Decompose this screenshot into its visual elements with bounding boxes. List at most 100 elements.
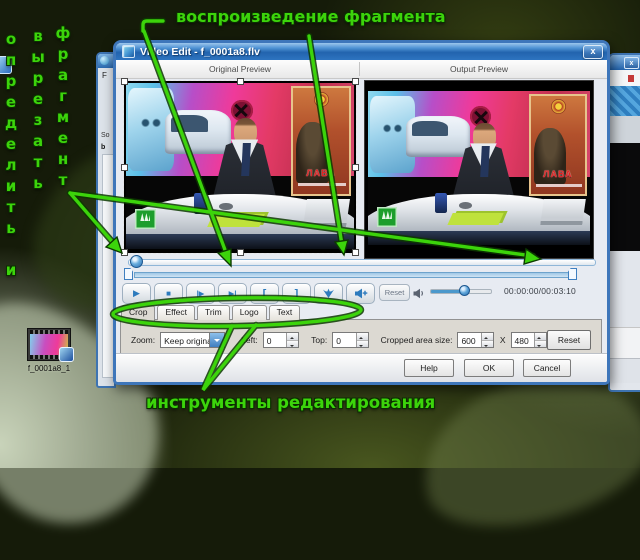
audio-button[interactable] [346, 283, 375, 304]
ntv-logo [377, 207, 397, 227]
left-spinner[interactable]: 0 [263, 332, 299, 348]
spin-down-icon[interactable] [357, 341, 368, 348]
next-frame-button[interactable]: ▶| [218, 283, 247, 304]
stop-button[interactable]: ■ [154, 283, 183, 304]
background-dialog-close-button[interactable]: x [624, 57, 639, 69]
ok-button[interactable]: OK [464, 359, 514, 377]
seek-slider-track[interactable] [128, 259, 596, 266]
spin-down-icon[interactable] [535, 341, 546, 348]
annotation-vertical-fragment: фрагмент [54, 24, 72, 192]
app-icon [122, 45, 135, 58]
close-button[interactable]: x [583, 45, 603, 59]
top-value: 0 [336, 336, 341, 346]
cropped-size-label: Cropped area size: [381, 335, 453, 345]
background-dialog-titlebar: x [610, 55, 640, 70]
snapshot-bird-button[interactable] [314, 283, 343, 304]
help-button[interactable]: Help [404, 359, 454, 377]
background-window-icon [100, 56, 109, 65]
tab-text[interactable]: Text [269, 305, 301, 320]
annotation-playback: воспроизведение фрагмента [176, 7, 446, 26]
dialog-title: Video Edit - f_0001a8.flv [140, 46, 583, 58]
crop-handle-w[interactable] [121, 164, 128, 171]
desk-mouse [219, 203, 233, 210]
filmstrip-edge [30, 330, 68, 334]
poster-text: ЛАВА [529, 169, 587, 179]
label-divider [359, 62, 360, 76]
desktop-file-icon[interactable]: f_0001a8_1 [18, 329, 80, 373]
tab-effect[interactable]: Effect [157, 305, 195, 320]
background-dialog-window[interactable]: x [608, 53, 640, 392]
spinner-arrows[interactable] [356, 333, 368, 347]
player-badge-icon [59, 347, 74, 362]
background-window-menu: F [102, 71, 107, 80]
mark-start-button[interactable]: [ [250, 283, 279, 304]
background-dialog-texture [610, 86, 640, 116]
crop-handle-n[interactable] [237, 78, 244, 85]
crop-handle-sw[interactable] [121, 249, 128, 256]
cancel-button[interactable]: Cancel [523, 359, 571, 377]
backdrop-car-image [406, 116, 470, 158]
spin-up-icon[interactable] [357, 333, 368, 341]
green-folder [447, 213, 504, 225]
tab-trim[interactable]: Trim [197, 305, 230, 320]
step-forward-button[interactable]: |▶ [186, 283, 215, 304]
bird-icon [322, 288, 335, 299]
annotation-vertical-cut: вырезать [29, 27, 47, 195]
backdrop-car-image [165, 110, 231, 155]
seek-slider-thumb[interactable] [130, 255, 143, 268]
spin-down-icon[interactable] [287, 341, 298, 348]
dialog-titlebar[interactable]: Video Edit - f_0001a8.flv x [116, 43, 607, 60]
tab-crop[interactable]: Crop [121, 305, 155, 321]
ntv-logo [135, 209, 156, 230]
speaker-plus-icon [354, 288, 368, 299]
trim-range-track[interactable] [134, 272, 572, 278]
dialog-footer: Help OK Cancel [116, 355, 607, 382]
tab-logo[interactable]: Logo [232, 305, 267, 320]
chevron-down-icon[interactable] [209, 333, 224, 347]
annotation-tools: инструменты редактирования [146, 393, 435, 412]
zoom-mode-value: Keep original [164, 336, 214, 346]
play-button[interactable]: ▶ [122, 283, 151, 304]
poster-subtitle-line [536, 184, 582, 187]
poster-subtitle-line [298, 183, 345, 186]
crop-handle-s[interactable] [237, 249, 244, 256]
news-studio-scene: ЛАВА [126, 83, 354, 249]
zoom-label: Zoom: [131, 335, 155, 345]
trim-start-marker[interactable] [124, 268, 133, 280]
crop-reset-button[interactable]: Reset [547, 330, 591, 350]
output-preview: ЛАВА [364, 80, 594, 259]
crop-height-value: 480 [515, 336, 529, 346]
left-label: Left: [241, 335, 258, 345]
crop-width-spinner[interactable]: 600 [457, 332, 493, 348]
spinner-arrows[interactable] [286, 333, 298, 347]
output-preview-label: Output Preview [364, 64, 594, 74]
top-spinner[interactable]: 0 [332, 332, 368, 348]
spin-up-icon[interactable] [482, 333, 493, 341]
background-dialog-preview [610, 143, 640, 251]
spin-up-icon[interactable] [535, 333, 546, 341]
desk-shadow [368, 231, 590, 245]
trim-end-marker[interactable] [568, 268, 577, 280]
volume-icon[interactable] [413, 286, 425, 304]
poster-star [314, 92, 329, 107]
spinner-arrows[interactable] [481, 333, 493, 347]
zoom-mode-select[interactable]: Keep original [160, 332, 225, 348]
volume-slider-thumb[interactable] [459, 285, 470, 296]
output-video-frame: ЛАВА [368, 91, 590, 245]
video-file-thumbnail [28, 329, 70, 360]
crop-handle-nw[interactable] [121, 78, 128, 85]
transport-reset-button[interactable]: Reset [379, 284, 410, 301]
spin-up-icon[interactable] [287, 333, 298, 341]
crop-height-spinner[interactable]: 480 [511, 332, 547, 348]
background-dialog-strip [610, 70, 640, 86]
spinner-arrows[interactable] [534, 333, 546, 347]
original-preview[interactable]: ЛАВА [124, 81, 356, 253]
editing-tabs-zone: Crop Effect Trim Logo Text Zoom: Keep or… [120, 305, 602, 361]
desk-mouse [459, 202, 472, 209]
crop-handle-ne[interactable] [352, 78, 359, 85]
spin-down-icon[interactable] [482, 341, 493, 348]
mark-end-button[interactable]: ] [282, 283, 311, 304]
crop-handle-se[interactable] [352, 249, 359, 256]
crop-handle-e[interactable] [352, 164, 359, 171]
crop-width-value: 600 [461, 336, 475, 346]
